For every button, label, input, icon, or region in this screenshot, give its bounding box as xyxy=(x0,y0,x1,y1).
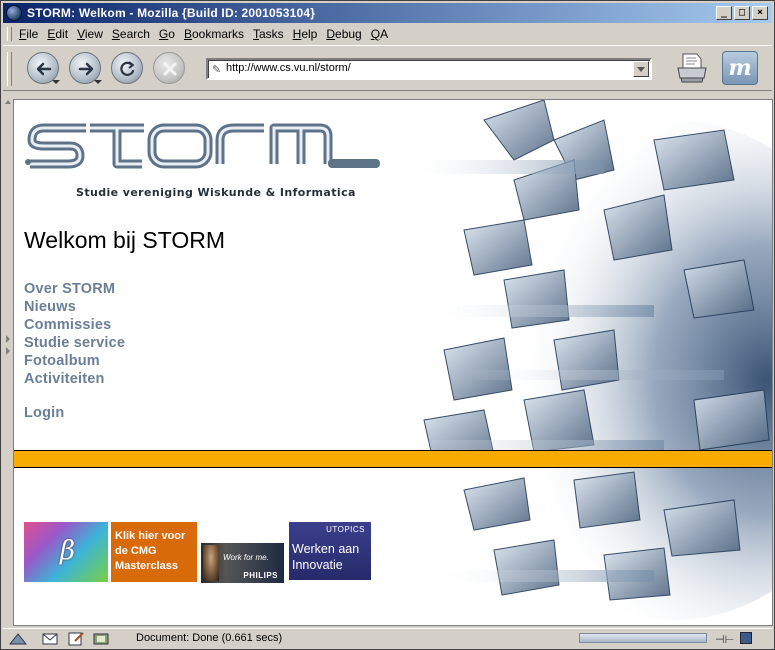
menubar-grip[interactable] xyxy=(7,27,12,41)
philips-tagline: Work for me. xyxy=(223,553,269,562)
menu-go[interactable]: Go xyxy=(159,27,175,41)
nav-link-over-storm[interactable]: Over STORM xyxy=(24,280,125,298)
reload-button[interactable] xyxy=(111,52,143,84)
window-controls: _ □ × xyxy=(716,6,768,20)
back-arrow-icon xyxy=(36,62,52,76)
printer-icon xyxy=(677,53,707,83)
mozilla-throbber-logo[interactable]: m xyxy=(722,51,758,85)
page-title: Welkom bij STORM xyxy=(24,227,226,253)
browser-window: STORM: Welkom - Mozilla {Build ID: 20010… xyxy=(0,0,775,650)
cmg-masterclass-banner[interactable]: Klik hier voor de CMG Masterclass xyxy=(111,522,197,582)
navigation-toolbar: ✎ http://www.cs.vu.nl/storm/ m xyxy=(3,45,772,91)
beta-banner[interactable]: β xyxy=(24,522,108,582)
url-input[interactable]: http://www.cs.vu.nl/storm/ xyxy=(226,62,351,74)
utopics-banner[interactable]: UTOPICS Werken aan Innovatie xyxy=(289,522,371,580)
title-bar: STORM: Welkom - Mozilla {Build ID: 20010… xyxy=(3,3,772,23)
back-dropdown-icon[interactable] xyxy=(52,80,60,84)
menu-file[interactable]: File xyxy=(19,27,38,41)
menu-bookmarks[interactable]: Bookmarks xyxy=(184,27,244,41)
status-text: Document: Done (0.661 secs) xyxy=(136,632,283,644)
online-status-icon[interactable]: ⊣⊢ xyxy=(715,633,734,646)
nav-link-activiteiten[interactable]: Activiteiten xyxy=(24,370,125,388)
beta-symbol: β xyxy=(60,536,76,566)
addressbook-icon[interactable] xyxy=(92,631,110,646)
main-navigation: Over STORM Nieuws Commissies Studie serv… xyxy=(24,280,125,422)
stop-icon xyxy=(163,62,177,76)
page-content: Studie vereniging Wiskunde & Informatica… xyxy=(13,99,773,626)
composer-icon[interactable] xyxy=(67,631,85,646)
maximize-button[interactable]: □ xyxy=(734,6,750,20)
menu-qa[interactable]: QA xyxy=(371,27,388,41)
orange-divider-bar xyxy=(14,450,772,468)
utopics-brand: UTOPICS xyxy=(326,525,365,534)
mozilla-app-icon[interactable] xyxy=(6,5,22,21)
menu-search[interactable]: Search xyxy=(112,27,150,41)
utopics-text: Werken aan Innovatie xyxy=(292,542,360,572)
forward-arrow-icon xyxy=(78,62,94,76)
window-title: STORM: Welkom - Mozilla {Build ID: 20010… xyxy=(27,6,316,20)
url-bar[interactable]: ✎ http://www.cs.vu.nl/storm/ xyxy=(206,58,652,80)
menu-edit[interactable]: Edit xyxy=(47,27,68,41)
site-subtitle: Studie vereniging Wiskunde & Informatica xyxy=(76,186,356,199)
print-button[interactable] xyxy=(675,50,709,86)
menu-bar: File Edit View Search Go Bookmarks Tasks… xyxy=(3,25,772,43)
stop-button[interactable] xyxy=(153,52,185,84)
mail-icon[interactable] xyxy=(41,631,59,646)
menu-view[interactable]: View xyxy=(77,27,103,41)
url-history-dropdown[interactable] xyxy=(633,61,649,77)
close-button[interactable]: × xyxy=(752,6,768,20)
security-lock-icon[interactable] xyxy=(740,632,752,644)
storm-logo xyxy=(25,123,380,169)
login-link[interactable]: Login xyxy=(24,404,125,422)
progress-meter xyxy=(579,633,707,643)
nav-link-nieuws[interactable]: Nieuws xyxy=(24,298,125,316)
philips-brand: PHILIPS xyxy=(243,571,278,580)
nav-link-fotoalbum[interactable]: Fotoalbum xyxy=(24,352,125,370)
philips-banner[interactable]: Work for me. PHILIPS xyxy=(201,543,284,583)
forward-dropdown-icon[interactable] xyxy=(94,80,102,84)
menu-debug[interactable]: Debug xyxy=(326,27,361,41)
menu-tasks[interactable]: Tasks xyxy=(253,27,284,41)
nav-link-commissies[interactable]: Commissies xyxy=(24,316,125,334)
toolbar-collapse-grip[interactable] xyxy=(3,91,13,104)
sidebar-grip[interactable] xyxy=(3,99,13,626)
background-artwork xyxy=(404,100,772,625)
navigator-icon[interactable] xyxy=(9,631,27,646)
page-proxy-icon[interactable]: ✎ xyxy=(212,63,221,76)
menu-help[interactable]: Help xyxy=(293,27,318,41)
status-bar: Document: Done (0.661 secs) ⊣⊢ xyxy=(3,628,772,648)
minimize-button[interactable]: _ xyxy=(716,6,732,20)
navbar-grip[interactable] xyxy=(7,52,12,86)
reload-icon xyxy=(120,61,135,76)
nav-link-studie-service[interactable]: Studie service xyxy=(24,334,125,352)
philips-portrait xyxy=(203,545,219,581)
